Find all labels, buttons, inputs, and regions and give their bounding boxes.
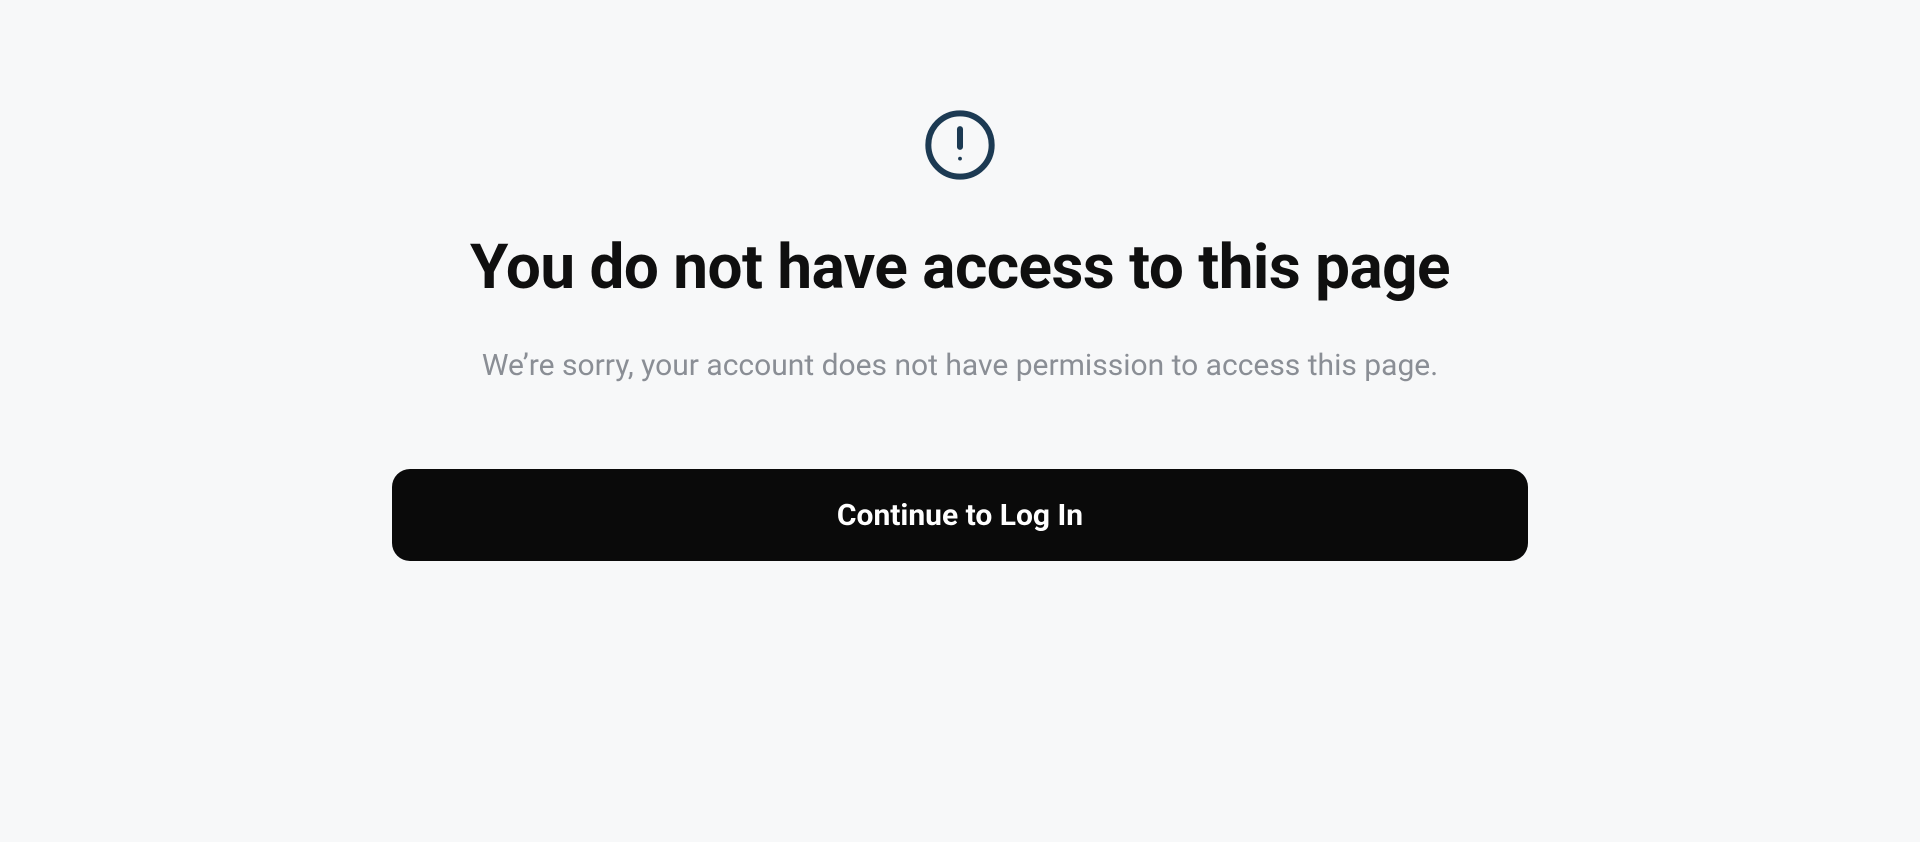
access-denied-container: You do not have access to this page We’r…	[0, 0, 1920, 561]
access-denied-heading: You do not have access to this page	[470, 231, 1450, 304]
alert-circle-icon	[922, 107, 998, 183]
continue-login-button[interactable]: Continue to Log In	[392, 469, 1528, 561]
access-denied-subtext: We’re sorry, your account does not have …	[482, 348, 1438, 383]
